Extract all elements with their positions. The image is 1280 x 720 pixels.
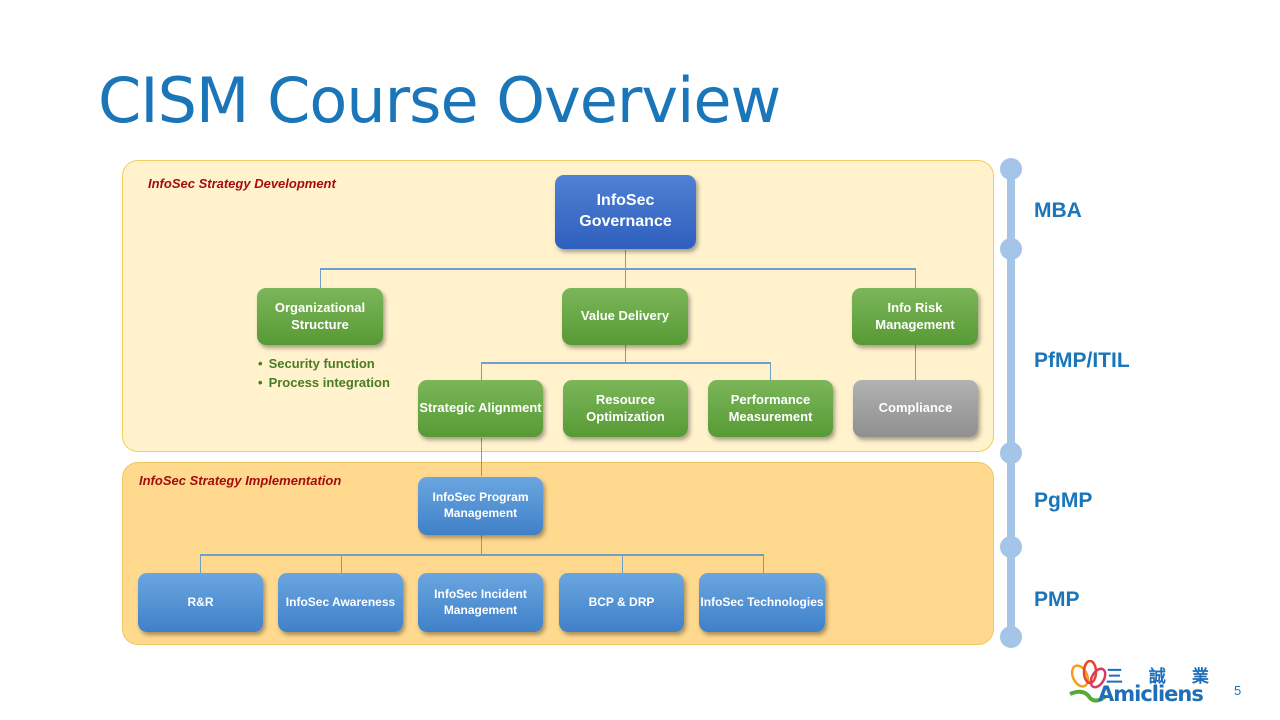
connector (341, 554, 342, 573)
org-structure-bullets: Security function Process integration (258, 354, 390, 392)
level-pmp: PMP (1034, 588, 1080, 611)
connector (915, 268, 916, 288)
level-pfmp-itil: PfMP/ITIL (1034, 349, 1130, 372)
connector (481, 362, 771, 364)
node-infosec-technologies[interactable]: InfoSec Technologies (699, 573, 825, 632)
level-pgmp: PgMP (1034, 489, 1093, 512)
level-marker (1000, 158, 1022, 180)
node-incident-management[interactable]: InfoSec Incident Management (418, 573, 543, 632)
node-resource-optimization[interactable]: Resource Optimization (563, 380, 688, 437)
page-number: 5 (1234, 683, 1242, 698)
slide-title: CISM Course Overview (98, 64, 781, 137)
connector (481, 535, 482, 555)
connector (200, 554, 764, 556)
level-marker (1000, 536, 1022, 558)
bullet-item: Process integration (258, 373, 390, 392)
connector (200, 554, 201, 573)
node-value-delivery[interactable]: Value Delivery (562, 288, 688, 345)
node-organizational-structure[interactable]: Organizational Structure (257, 288, 383, 345)
connector (625, 268, 626, 288)
connector (915, 345, 916, 380)
node-strategic-alignment[interactable]: Strategic Alignment (418, 380, 543, 437)
level-marker (1000, 626, 1022, 648)
logo-english: Amicliens (1098, 682, 1204, 706)
level-marker (1000, 238, 1022, 260)
connector (625, 345, 626, 363)
strategy-development-label: InfoSec Strategy Development (148, 176, 336, 191)
company-logo: 三 誠 業 Amicliens (1068, 660, 1209, 708)
connector (481, 438, 482, 476)
node-infosec-awareness[interactable]: InfoSec Awareness (278, 573, 403, 632)
node-rr[interactable]: R&R (138, 573, 263, 632)
connector (770, 362, 771, 380)
node-program-management[interactable]: InfoSec Program Management (418, 477, 543, 535)
node-infosec-governance[interactable]: InfoSec Governance (555, 175, 696, 249)
node-compliance[interactable]: Compliance (853, 380, 978, 437)
connector (481, 362, 482, 380)
node-info-risk-management[interactable]: Info Risk Management (852, 288, 978, 345)
node-bcp-drp[interactable]: BCP & DRP (559, 573, 684, 632)
connector (320, 268, 916, 270)
connector (625, 250, 626, 270)
connector (622, 554, 623, 573)
bullet-item: Security function (258, 354, 390, 373)
node-performance-measurement[interactable]: Performance Measurement (708, 380, 833, 437)
level-mba: MBA (1034, 199, 1082, 222)
level-marker (1000, 442, 1022, 464)
strategy-implementation-label: InfoSec Strategy Implementation (139, 473, 342, 488)
connector (763, 554, 764, 573)
connector (320, 268, 321, 288)
